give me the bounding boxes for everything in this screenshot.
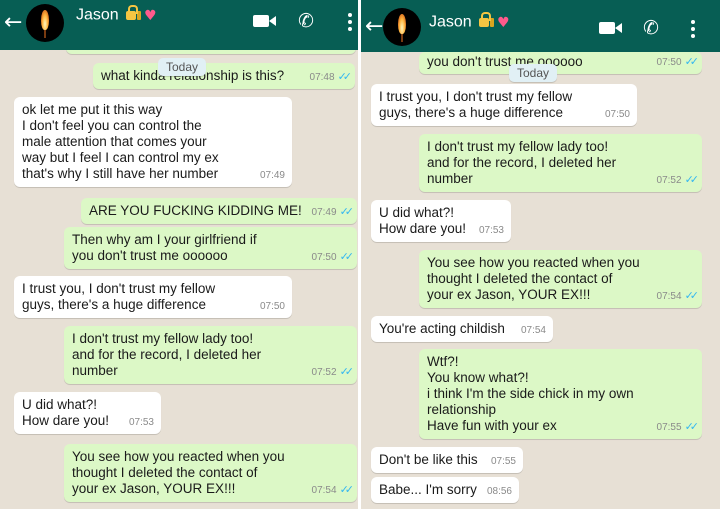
read-ticks-icon: ✓✓ — [684, 173, 700, 186]
phone-call-icon[interactable]: ✆ — [643, 17, 659, 39]
read-ticks-icon: ✓✓ — [339, 205, 355, 218]
message-time: 07:55 — [490, 456, 516, 467]
message-text: ok let me put it this way I don't feel y… — [22, 102, 219, 181]
message-text: Wtf?! You know what?! i think I'm the si… — [427, 354, 634, 433]
message-text: You see how you reacted when you thought… — [427, 255, 640, 302]
heart-emoji: ♥ — [144, 7, 157, 24]
message-time: 07:55 — [656, 422, 682, 433]
message-bubble[interactable]: ok let me put it this way I don't feel y… — [14, 97, 292, 187]
message-text: I trust you, I don't trust my fellow guy… — [22, 281, 216, 312]
read-ticks-icon: ✓✓ — [684, 289, 700, 302]
message-time: 07:50 — [311, 252, 337, 263]
read-ticks-icon: ✓✓ — [339, 365, 355, 378]
message-time: 07:52 — [656, 175, 682, 186]
message-bubble[interactable]: You're acting childish 07:54 — [371, 316, 553, 342]
contact-name: Jason — [429, 13, 472, 31]
message-text: ARE YOU FUCKING KIDDING ME! — [89, 203, 302, 218]
read-ticks-icon: ✓✓ — [339, 250, 355, 263]
avatar[interactable] — [383, 8, 421, 46]
message-time: 08:56 — [486, 486, 512, 497]
back-arrow-icon[interactable]: ← — [365, 14, 383, 39]
message-bubble[interactable]: what kinda relationship is this? 07:48 ✓✓ — [93, 63, 355, 89]
message-time: 07:53 — [478, 225, 504, 236]
chat-header: ← Jason ♥ ✆ — [0, 0, 358, 50]
message-bubble[interactable]: I trust you, I don't trust my fellow guy… — [371, 84, 637, 126]
lock-key-emoji — [479, 12, 495, 32]
read-ticks-icon: ✓✓ — [339, 483, 355, 496]
read-ticks-icon: ✓✓ — [337, 70, 353, 83]
message-time: 07:54 — [311, 485, 337, 496]
message-bubble[interactable]: Wtf?! You know what?! i think I'm the si… — [419, 349, 702, 439]
message-bubble[interactable]: You see how you reacted when you thought… — [64, 444, 357, 502]
date-chip: Today — [509, 64, 558, 82]
message-text: you don't trust me oooooo — [427, 54, 583, 69]
message-text: I trust you, I don't trust my fellow guy… — [379, 89, 573, 120]
chat-header: ← Jason ♥ ✆ — [361, 0, 720, 52]
message-bubble[interactable]: Babe... I'm sorry 08:56 — [371, 477, 519, 503]
message-time: 07:49 — [259, 170, 285, 181]
message-time: 07:52 — [311, 367, 337, 378]
message-text: Then why am I your girlfriend if you don… — [72, 232, 257, 263]
read-ticks-icon: ✓✓ — [684, 55, 700, 68]
video-call-icon[interactable] — [253, 15, 276, 27]
heart-emoji: ♥ — [497, 14, 510, 31]
message-text: You see how you reacted when you thought… — [72, 449, 285, 496]
avatar[interactable] — [26, 4, 64, 42]
video-call-icon[interactable] — [599, 22, 622, 34]
message-list[interactable]: what kinda relationship is this? 07:48 ✓✓… — [0, 36, 358, 509]
message-bubble[interactable]: U did what?! How dare you! 07:53 — [14, 392, 161, 434]
message-bubble[interactable]: Then why am I your girlfriend if you don… — [64, 227, 357, 269]
back-arrow-icon[interactable]: ← — [4, 10, 22, 35]
contact-name: Jason — [76, 6, 119, 24]
message-bubble[interactable]: I don't trust my fellow lady too! and fo… — [64, 326, 357, 384]
message-time: 07:53 — [128, 417, 154, 428]
read-ticks-icon: ✓✓ — [684, 420, 700, 433]
message-text: I don't trust my fellow lady too! and fo… — [72, 331, 262, 378]
more-options-icon[interactable] — [691, 20, 695, 41]
message-time: 07:54 — [656, 291, 682, 302]
message-time: 07:50 — [604, 109, 630, 120]
message-time: 07:49 — [311, 207, 337, 218]
message-bubble[interactable]: U did what?! How dare you! 07:53 — [371, 200, 511, 242]
message-time: 07:48 — [309, 72, 335, 83]
message-bubble[interactable]: I trust you, I don't trust my fellow guy… — [14, 276, 292, 318]
message-text: I don't trust my fellow lady too! and fo… — [427, 139, 617, 186]
message-bubble[interactable]: You see how you reacted when you thought… — [419, 250, 702, 308]
chat-screen-left: what kinda relationship is this? 07:48 ✓✓… — [0, 0, 358, 509]
lock-key-emoji — [126, 5, 142, 25]
message-time: 07:50 — [259, 301, 285, 312]
message-bubble[interactable]: you don't trust me oooooo 07:50 ✓✓ — [419, 52, 702, 74]
date-chip: Today — [158, 58, 207, 76]
more-options-icon[interactable] — [348, 13, 352, 34]
message-bubble[interactable]: I don't trust my fellow lady too! and fo… — [419, 134, 702, 192]
chat-screen-right: you don't trust me oooooo 07:50 ✓✓ I trus… — [361, 0, 720, 509]
message-list[interactable]: you don't trust me oooooo 07:50 ✓✓ I trus… — [361, 52, 720, 509]
contact-name-row[interactable]: Jason ♥ — [76, 5, 157, 25]
contact-name-row[interactable]: Jason ♥ — [429, 12, 510, 32]
message-time: 07:50 — [656, 57, 682, 68]
phone-call-icon[interactable]: ✆ — [298, 10, 314, 32]
message-bubble[interactable]: ARE YOU FUCKING KIDDING ME! 07:49 ✓✓ — [81, 198, 357, 224]
message-time: 07:54 — [520, 325, 546, 336]
message-bubble[interactable]: Don't be like this 07:55 — [371, 447, 523, 473]
